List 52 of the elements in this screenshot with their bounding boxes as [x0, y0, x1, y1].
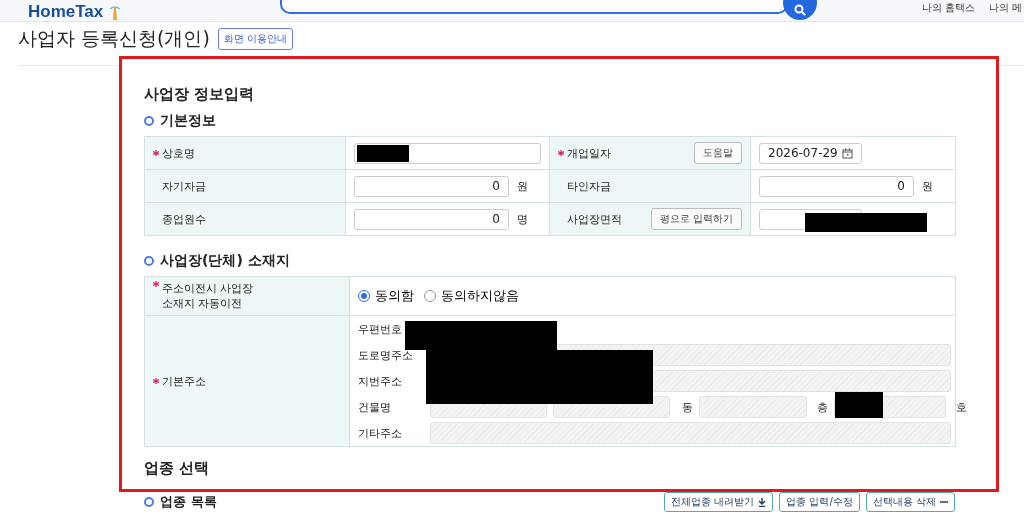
input-field[interactable]: 0 [354, 175, 509, 197]
section-heading: 사업장 정보입력 [144, 85, 256, 105]
header-link[interactable]: 나의 홈택스 [921, 1, 975, 15]
page-title: 사업자 등록신청(개인) [18, 26, 210, 51]
field-label: 건물명 [358, 399, 392, 415]
unit-label: 동 [682, 399, 693, 415]
unit-label: 층 [817, 399, 828, 415]
logo-text[interactable]: HomeTax [28, 3, 104, 21]
action-button[interactable]: 선택내용 삭제 [865, 492, 955, 512]
field-label: 사업장면적 [567, 211, 622, 227]
input-field[interactable] [699, 396, 807, 418]
guide-button[interactable]: 화면 이용안내 [217, 28, 294, 50]
bullet-icon [144, 256, 154, 266]
field-label: 상호명 [162, 145, 195, 161]
logo-icon [109, 6, 122, 20]
field-label: 종업원수 [162, 211, 206, 227]
bullet-icon [144, 497, 154, 507]
field-label: 개업일자 [567, 145, 611, 161]
field-label: 기타주소 [358, 425, 403, 441]
field-label: 타인자금 [567, 178, 611, 194]
help-button[interactable]: 평으로 입력하기 [650, 208, 742, 230]
action-button[interactable]: 업종 입력/수정 [779, 492, 860, 512]
unit-label: 원 [517, 178, 528, 194]
help-button[interactable]: 도움말 [694, 142, 742, 164]
field-label: 주소이전시 사업장 소재지 자동이전 [162, 281, 254, 311]
section-subheading: 사업장(단체) 소재지 [160, 252, 290, 270]
input-field[interactable] [430, 422, 951, 444]
section-heading: 업종 선택 [144, 459, 211, 478]
search-icon [794, 4, 806, 16]
unit-label: 원 [922, 178, 933, 194]
section-subheading: 기본정보 [160, 112, 216, 130]
download-icon [758, 497, 767, 507]
minus-icon [940, 501, 948, 503]
field-label: 우편번호 [358, 321, 403, 337]
action-button[interactable]: 전체업종 내려받기 [664, 492, 774, 512]
radio-option[interactable]: 동의하지않음 [424, 287, 519, 305]
radio-option[interactable]: 동의함 [358, 287, 414, 305]
section-subheading: 업종 목록 [160, 493, 217, 511]
input-field[interactable]: 0 [759, 175, 914, 197]
calendar-icon[interactable] [842, 147, 853, 159]
date-field[interactable]: 2026-07-29 [759, 142, 862, 164]
unit-label: 호 [956, 399, 967, 415]
header-link[interactable]: 나의 메 [988, 1, 1022, 15]
field-label: 지번주소 [358, 373, 403, 389]
bullet-icon [144, 116, 154, 126]
field-label: 자기자금 [162, 178, 206, 194]
field-label: 도로명주소 [358, 347, 414, 363]
redaction-overlay [357, 145, 409, 162]
redaction-overlay [835, 392, 883, 418]
field-label: 기본주소 [162, 373, 206, 389]
input-field[interactable]: 0 [354, 208, 509, 230]
unit-label: 명 [517, 211, 528, 227]
